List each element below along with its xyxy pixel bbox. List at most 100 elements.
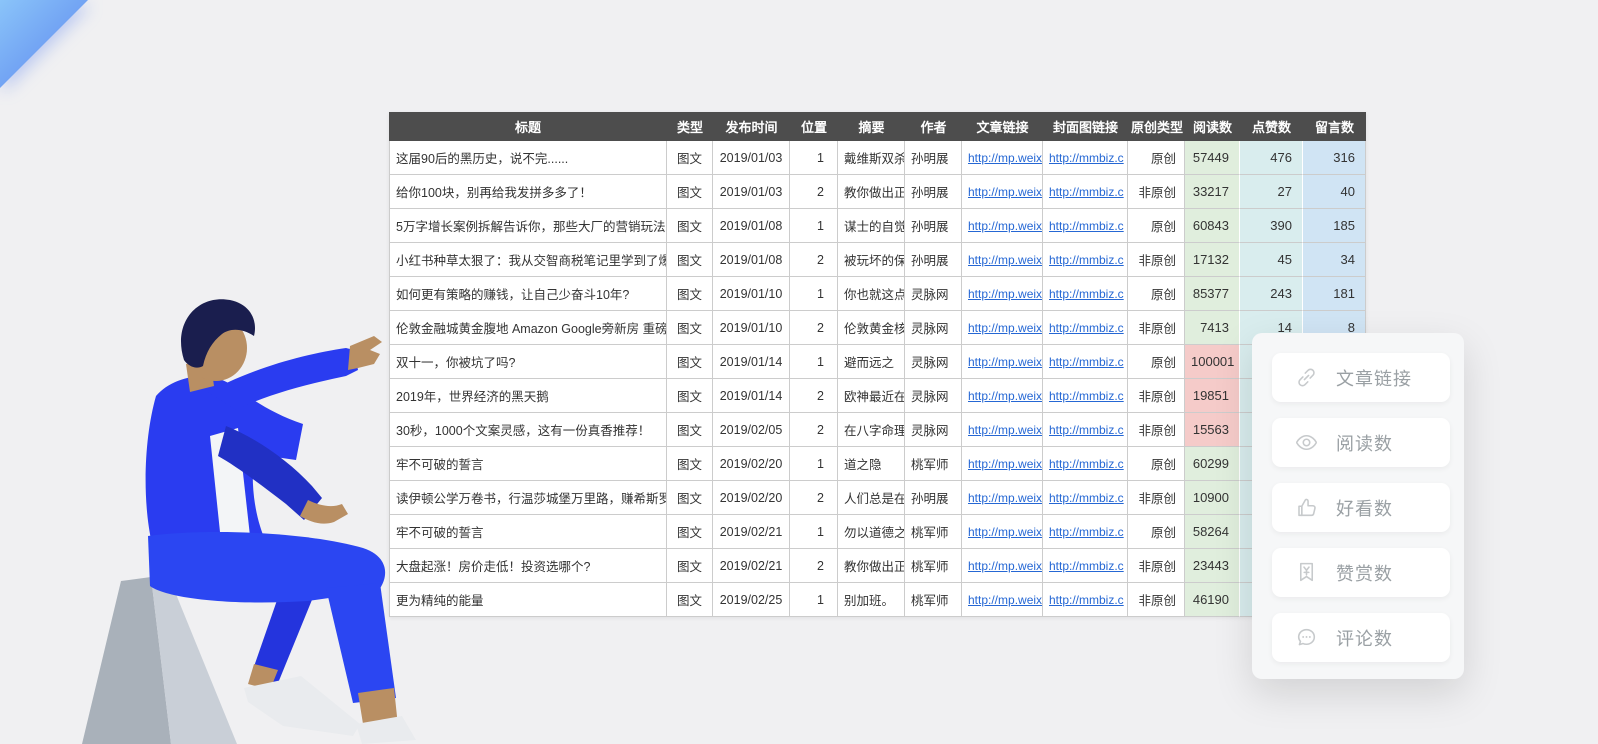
menu-item-read-count[interactable]: 阅读数 <box>1272 418 1450 467</box>
cell-title: 伦敦金融城黄金腹地 Amazon Google旁新房 重磅发售 <box>389 311 667 345</box>
menu-item-comment-count[interactable]: 评论数 <box>1272 613 1450 662</box>
menu-item-reward-count[interactable]: 赞赏数 <box>1272 548 1450 597</box>
menu-item-like-count[interactable]: 好看数 <box>1272 483 1450 532</box>
cell-reads: 15563 <box>1185 413 1240 447</box>
cell-cover_link: http://mmbiz.c <box>1043 311 1128 345</box>
cover-link[interactable]: http://mmbiz.c <box>1049 559 1124 573</box>
cell-original: 非原创 <box>1128 311 1185 345</box>
cell-summary: 道之隐 <box>838 447 905 481</box>
cover-link[interactable]: http://mmbiz.c <box>1049 525 1124 539</box>
cell-author: 孙明展 <box>905 209 962 243</box>
cell-position: 1 <box>790 345 838 379</box>
table-row: 读伊顿公学万卷书，行温莎城堡万里路，赚希斯罗机场图文2019/02/202人们总… <box>389 481 1366 515</box>
article-link[interactable]: http://mp.weix <box>968 593 1042 607</box>
cell-author: 灵脉网 <box>905 345 962 379</box>
cell-original: 非原创 <box>1128 413 1185 447</box>
cell-author: 孙明展 <box>905 481 962 515</box>
column-header: 封面图链接 <box>1043 112 1128 141</box>
comment-icon <box>1294 625 1319 650</box>
cell-date: 2019/01/14 <box>713 345 790 379</box>
cell-article_link: http://mp.weix <box>962 345 1043 379</box>
cell-comments: 40 <box>1303 175 1366 209</box>
cell-article_link: http://mp.weix <box>962 175 1043 209</box>
table-row: 这届90后的黑历史，说不完......图文2019/01/031戴维斯双杀孙明展… <box>389 141 1366 175</box>
cell-summary: 教你做出正确 <box>838 175 905 209</box>
cell-reads: 57449 <box>1185 141 1240 175</box>
article-link[interactable]: http://mp.weix <box>968 219 1042 233</box>
cell-title: 更为精纯的能量 <box>389 583 667 617</box>
cell-original: 原创 <box>1128 515 1185 549</box>
article-link[interactable]: http://mp.weix <box>968 253 1042 267</box>
cell-original: 原创 <box>1128 141 1185 175</box>
cover-link[interactable]: http://mmbiz.c <box>1049 219 1124 233</box>
table-body: 这届90后的黑历史，说不完......图文2019/01/031戴维斯双杀孙明展… <box>389 141 1366 617</box>
cell-date: 2019/01/03 <box>713 175 790 209</box>
cell-type: 图文 <box>667 311 713 345</box>
article-link[interactable]: http://mp.weix <box>968 457 1042 471</box>
cover-link[interactable]: http://mmbiz.c <box>1049 389 1124 403</box>
cell-author: 灵脉网 <box>905 413 962 447</box>
article-link[interactable]: http://mp.weix <box>968 423 1042 437</box>
cell-author: 桃军师 <box>905 447 962 481</box>
cell-article_link: http://mp.weix <box>962 311 1043 345</box>
cell-author: 桃军师 <box>905 583 962 617</box>
column-header: 文章链接 <box>962 112 1043 141</box>
link-icon <box>1294 365 1319 390</box>
cell-author: 灵脉网 <box>905 277 962 311</box>
cover-link[interactable]: http://mmbiz.c <box>1049 457 1124 471</box>
cell-position: 1 <box>790 277 838 311</box>
cell-title: 双十一，你被坑了吗? <box>389 345 667 379</box>
cell-reads: 85377 <box>1185 277 1240 311</box>
cell-date: 2019/01/10 <box>713 277 790 311</box>
cover-link[interactable]: http://mmbiz.c <box>1049 423 1124 437</box>
page: { "page": { "background": "#f0f0f2" }, "… <box>0 0 1598 744</box>
cover-link[interactable]: http://mmbiz.c <box>1049 253 1124 267</box>
cell-date: 2019/01/08 <box>713 209 790 243</box>
cover-link[interactable]: http://mmbiz.c <box>1049 593 1124 607</box>
cover-link[interactable]: http://mmbiz.c <box>1049 185 1124 199</box>
cell-author: 灵脉网 <box>905 311 962 345</box>
article-link[interactable]: http://mp.weix <box>968 355 1042 369</box>
cell-position: 1 <box>790 583 838 617</box>
cell-author: 孙明展 <box>905 243 962 277</box>
cell-position: 2 <box>790 243 838 277</box>
menu-item-article-link[interactable]: 文章链接 <box>1272 353 1450 402</box>
menu-item-label: 赞赏数 <box>1336 560 1393 586</box>
article-link[interactable]: http://mp.weix <box>968 287 1042 301</box>
table-row: 双十一，你被坑了吗?图文2019/01/141避而远之灵脉网http://mp.… <box>389 345 1366 379</box>
cell-position: 1 <box>790 141 838 175</box>
article-link[interactable]: http://mp.weix <box>968 321 1042 335</box>
article-link[interactable]: http://mp.weix <box>968 559 1042 573</box>
table-row: 伦敦金融城黄金腹地 Amazon Google旁新房 重磅发售图文2019/01… <box>389 311 1366 345</box>
cell-position: 1 <box>790 209 838 243</box>
article-link[interactable]: http://mp.weix <box>968 491 1042 505</box>
cell-type: 图文 <box>667 379 713 413</box>
cell-summary: 戴维斯双杀 <box>838 141 905 175</box>
cell-original: 原创 <box>1128 447 1185 481</box>
article-link[interactable]: http://mp.weix <box>968 389 1042 403</box>
article-link[interactable]: http://mp.weix <box>968 525 1042 539</box>
cell-author: 灵脉网 <box>905 379 962 413</box>
cover-link[interactable]: http://mmbiz.c <box>1049 491 1124 505</box>
cell-summary: 在八字命理学 <box>838 413 905 447</box>
cell-comments: 316 <box>1303 141 1366 175</box>
table-row: 5万字增长案例拆解告诉你，那些大厂的营销玩法不过好图文2019/01/081谋士… <box>389 209 1366 243</box>
article-link[interactable]: http://mp.weix <box>968 185 1042 199</box>
cover-link[interactable]: http://mmbiz.c <box>1049 287 1124 301</box>
cell-cover_link: http://mmbiz.c <box>1043 549 1128 583</box>
cover-link[interactable]: http://mmbiz.c <box>1049 321 1124 335</box>
cover-link[interactable]: http://mmbiz.c <box>1049 151 1124 165</box>
cell-position: 2 <box>790 175 838 209</box>
column-header: 标题 <box>389 112 667 141</box>
cover-link[interactable]: http://mmbiz.c <box>1049 355 1124 369</box>
cell-likes: 243 <box>1240 277 1303 311</box>
cell-title: 牢不可破的誓言 <box>389 515 667 549</box>
cell-summary: 你也就这点见 <box>838 277 905 311</box>
cell-title: 5万字增长案例拆解告诉你，那些大厂的营销玩法不过好 <box>389 209 667 243</box>
article-link[interactable]: http://mp.weix <box>968 151 1042 165</box>
cell-article_link: http://mp.weix <box>962 515 1043 549</box>
cell-author: 孙明展 <box>905 141 962 175</box>
column-header: 留言数 <box>1303 112 1366 141</box>
cell-type: 图文 <box>667 141 713 175</box>
cell-article_link: http://mp.weix <box>962 447 1043 481</box>
